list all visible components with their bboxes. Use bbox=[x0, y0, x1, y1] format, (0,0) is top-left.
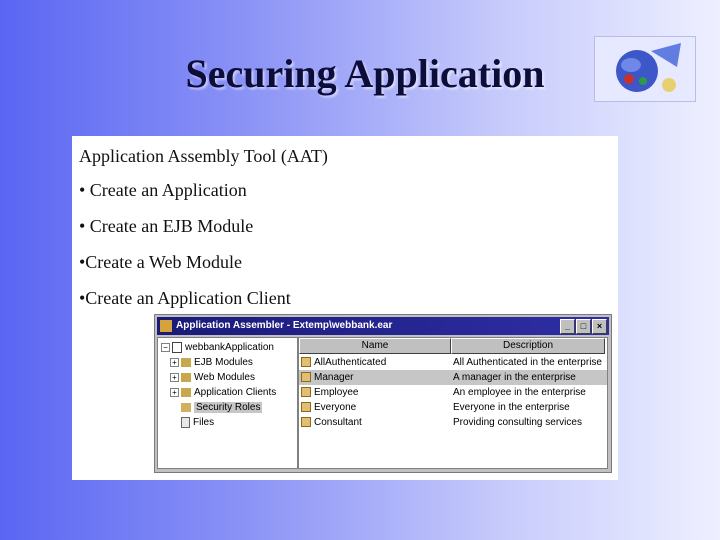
roles-table: Name Description AllAuthenticated All Au… bbox=[298, 337, 608, 469]
tree-node-ejb-modules[interactable]: + EJB Modules bbox=[170, 356, 253, 370]
tree-node-label: Application Clients bbox=[194, 387, 277, 398]
table-row[interactable]: Employee An employee in the enterprise bbox=[299, 385, 607, 400]
file-icon bbox=[181, 416, 190, 428]
role-icon bbox=[301, 387, 311, 398]
table-header: Name Description bbox=[299, 338, 607, 354]
tree-node-label: Web Modules bbox=[194, 372, 255, 383]
application-assembler-window: Application Assembler - Extemp\webbank.e… bbox=[154, 314, 612, 473]
table-row[interactable]: AllAuthenticated All Authenticated in th… bbox=[299, 355, 607, 370]
folder-icon bbox=[181, 357, 191, 367]
expand-icon[interactable]: + bbox=[170, 372, 179, 382]
tree-node-application-clients[interactable]: + Application Clients bbox=[170, 386, 276, 400]
role-icon bbox=[301, 357, 311, 368]
folder-icon bbox=[181, 372, 191, 382]
globe-logo bbox=[594, 36, 696, 102]
tree-node-root[interactable]: − webbankApplication bbox=[161, 341, 274, 355]
content-panel: Application Assembly Tool (AAT) • Create… bbox=[72, 136, 618, 480]
expand-icon[interactable]: + bbox=[170, 387, 179, 397]
role-name: Everyone bbox=[314, 402, 357, 413]
bullet-create-application: • Create an Application bbox=[79, 180, 247, 200]
globe-icon bbox=[595, 37, 695, 101]
table-row[interactable]: Consultant Providing consulting services bbox=[299, 415, 607, 430]
collapse-icon[interactable]: − bbox=[161, 342, 170, 352]
app-icon bbox=[160, 320, 172, 332]
folder-icon bbox=[181, 387, 191, 397]
role-icon bbox=[301, 402, 311, 413]
table-row[interactable]: Everyone Everyone in the enterprise bbox=[299, 400, 607, 415]
column-header-name[interactable]: Name bbox=[299, 338, 451, 354]
role-name: Consultant bbox=[314, 417, 362, 428]
bullet-create-application-client: •Create an Application Client bbox=[79, 288, 291, 308]
tree-panel: − webbankApplication + EJB Modules + Web Mo… bbox=[157, 337, 298, 469]
tree-node-label: Files bbox=[193, 417, 215, 428]
bullet-create-web-module: •Create a Web Module bbox=[79, 252, 242, 272]
security-roles-icon bbox=[181, 402, 191, 412]
content-heading: Application Assembly Tool (AAT) bbox=[79, 146, 328, 166]
role-description: An employee in the enterprise bbox=[453, 387, 586, 398]
minimize-button[interactable]: _ bbox=[560, 319, 575, 334]
bullet-create-ejb-module: • Create an EJB Module bbox=[79, 216, 254, 236]
tree-root-label: webbankApplication bbox=[185, 342, 274, 353]
role-name: Manager bbox=[314, 372, 354, 383]
tree-node-label: Security Roles bbox=[194, 402, 263, 413]
role-icon bbox=[301, 417, 311, 428]
maximize-button[interactable]: □ bbox=[576, 319, 591, 334]
close-button[interactable]: × bbox=[592, 319, 607, 334]
tree-node-label: EJB Modules bbox=[194, 357, 253, 368]
column-header-description[interactable]: Description bbox=[451, 338, 605, 354]
role-description: Everyone in the enterprise bbox=[453, 402, 570, 413]
window-title: Application Assembler - Extemp\webbank.e… bbox=[176, 320, 393, 331]
tree-node-files[interactable]: Files bbox=[181, 416, 214, 430]
role-name: Employee bbox=[314, 387, 359, 398]
role-description: All Authenticated in the enterprise bbox=[453, 357, 602, 368]
window-titlebar[interactable]: Application Assembler - Extemp\webbank.e… bbox=[157, 317, 609, 335]
table-row[interactable]: Manager A manager in the enterprise bbox=[299, 370, 607, 385]
tree-node-web-modules[interactable]: + Web Modules bbox=[170, 371, 255, 385]
application-icon bbox=[172, 341, 182, 353]
role-icon bbox=[301, 372, 311, 383]
expand-icon[interactable]: + bbox=[170, 357, 179, 367]
role-description: A manager in the enterprise bbox=[453, 372, 576, 383]
tree-node-security-roles[interactable]: Security Roles bbox=[181, 401, 263, 415]
role-name: AllAuthenticated bbox=[314, 357, 387, 368]
role-description: Providing consulting services bbox=[453, 417, 582, 428]
